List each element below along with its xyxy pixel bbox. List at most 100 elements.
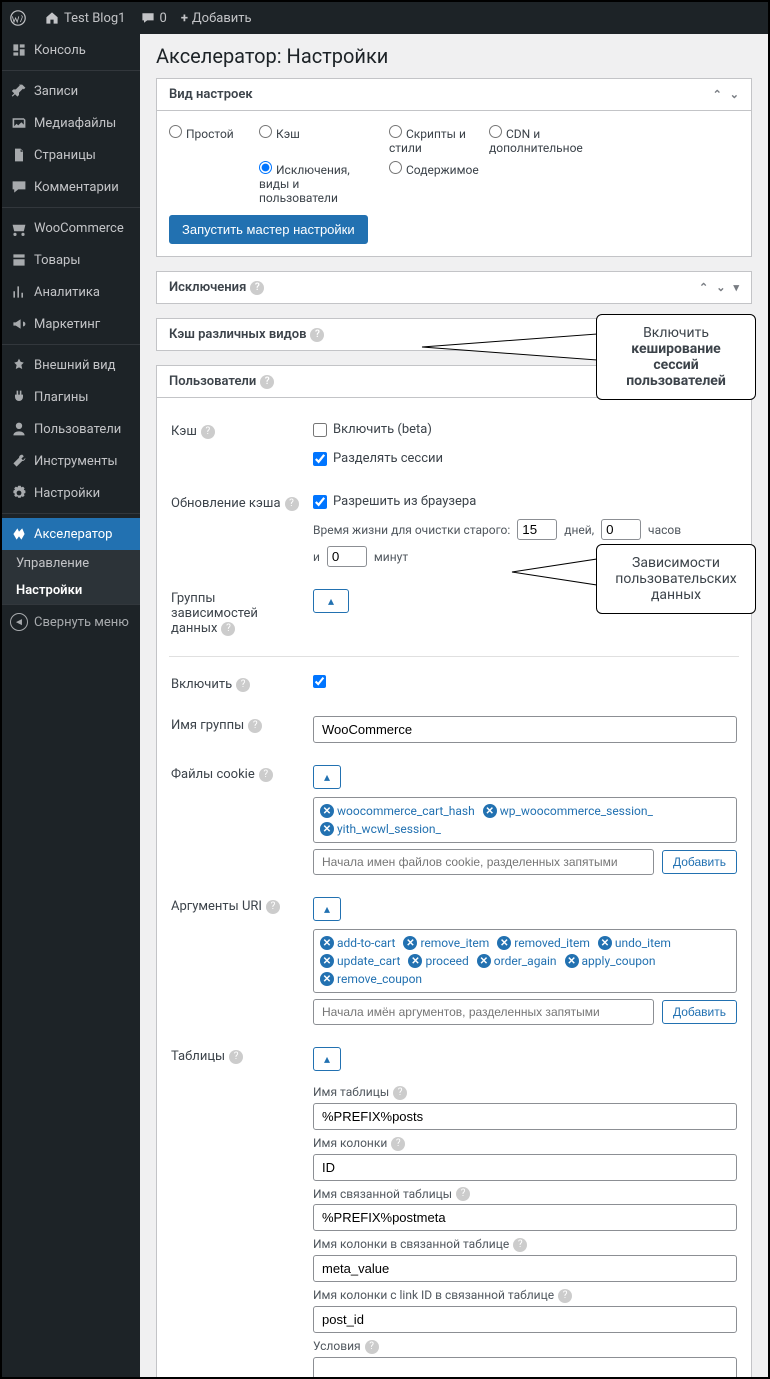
section-users-title: Пользователи	[169, 374, 256, 389]
radio-cache[interactable]: Кэш	[259, 123, 379, 155]
help-icon[interactable]: ?	[201, 425, 215, 439]
enable-beta-label: Включить (beta)	[333, 422, 432, 437]
groups-collapse-button[interactable]: ▴	[313, 589, 349, 613]
sidebar-item-appearance[interactable]: Внешний вид	[2, 349, 140, 381]
caret-down-icon[interactable]: ▾	[733, 281, 739, 294]
uri-add-input[interactable]	[313, 999, 654, 1025]
wp-logo[interactable]	[10, 10, 30, 26]
comments-count[interactable]: 0	[140, 10, 167, 26]
ttl-hours-input[interactable]	[601, 519, 641, 540]
view-radios: Простой Кэш Скрипты и стили CDN и дополн…	[169, 123, 739, 205]
cookies-add-input[interactable]	[313, 849, 654, 875]
radio-scripts[interactable]: Скрипты и стили	[389, 123, 479, 155]
sidebar-item-label: Медиафайлы	[34, 116, 116, 131]
tables-collapse-button[interactable]: ▴	[313, 1047, 341, 1071]
remove-tag-icon[interactable]: ✕	[598, 936, 612, 950]
table-relcol-input[interactable]	[313, 1255, 737, 1282]
table-rel-input[interactable]	[313, 1204, 737, 1231]
radio-excl[interactable]: Исключения, виды и пользователи	[259, 159, 379, 205]
sidebar-item-users[interactable]: Пользователи	[2, 413, 140, 445]
sidebar-item-plugins[interactable]: Плагины	[2, 381, 140, 413]
uri-tagbox[interactable]: ✕add-to-cart✕remove_item✕removed_item✕un…	[313, 929, 737, 993]
help-icon[interactable]: ?	[250, 281, 264, 295]
sidebar-item-marketing[interactable]: Маркетинг	[2, 308, 140, 340]
sidebar-item-products[interactable]: Товары	[2, 244, 140, 276]
group-name-input[interactable]	[313, 716, 737, 743]
remove-tag-icon[interactable]: ✕	[320, 804, 334, 818]
refresh-row-label: Обновление кэша	[171, 496, 281, 511]
help-icon[interactable]: ?	[221, 622, 235, 636]
remove-tag-icon[interactable]: ✕	[483, 804, 497, 818]
sidebar-item-label: WooCommerce	[34, 221, 124, 236]
remove-tag-icon[interactable]: ✕	[320, 936, 334, 950]
help-icon[interactable]: ?	[310, 328, 324, 342]
uri-add-button[interactable]: Добавить	[662, 1000, 737, 1024]
conditions-tagbox[interactable]: ✕meta_key = _customer_user	[313, 1357, 737, 1379]
remove-tag-icon[interactable]: ✕	[565, 954, 579, 968]
radio-simple[interactable]: Простой	[169, 123, 249, 155]
help-icon[interactable]: ?	[393, 1086, 407, 1100]
help-icon[interactable]: ?	[558, 1289, 572, 1303]
help-icon[interactable]: ?	[391, 1137, 405, 1151]
ttl-days-input[interactable]	[517, 519, 557, 540]
add-new[interactable]: + Добавить	[181, 11, 252, 26]
remove-tag-icon[interactable]: ✕	[403, 936, 417, 950]
help-icon[interactable]: ?	[513, 1238, 527, 1252]
chevron-down-icon[interactable]: ⌄	[730, 88, 739, 101]
sidebar-item-woo[interactable]: WooCommerce	[2, 212, 140, 244]
help-icon[interactable]: ?	[259, 768, 273, 782]
cookies-tagbox[interactable]: ✕woocommerce_cart_hash✕wp_woocommerce_se…	[313, 797, 737, 843]
help-icon[interactable]: ?	[248, 719, 262, 733]
cookies-collapse-button[interactable]: ▴	[313, 765, 341, 789]
remove-tag-icon[interactable]: ✕	[408, 954, 422, 968]
section-view-header[interactable]: Вид настроек ⌃ ⌄	[157, 79, 751, 111]
uri-collapse-button[interactable]: ▴	[313, 897, 341, 921]
split-sessions-checkbox[interactable]	[313, 452, 327, 466]
sidebar-item-tools[interactable]: Инструменты	[2, 445, 140, 477]
chevron-up-icon[interactable]: ⌃	[699, 281, 708, 294]
enable-beta-checkbox[interactable]	[313, 423, 327, 437]
remove-tag-icon[interactable]: ✕	[320, 972, 334, 986]
sidebar-item-accel[interactable]: Акселератор	[2, 518, 140, 550]
help-icon[interactable]: ?	[266, 900, 280, 914]
chevron-down-icon[interactable]: ⌄	[716, 281, 725, 294]
sidebar-item-media[interactable]: Медиафайлы	[2, 107, 140, 139]
help-icon[interactable]: ?	[236, 678, 250, 692]
help-icon[interactable]: ?	[260, 375, 274, 389]
table-linkid-input[interactable]	[313, 1306, 737, 1333]
allow-browser-checkbox[interactable]	[313, 495, 327, 509]
ttl-min-input[interactable]	[327, 546, 367, 567]
table-name-input[interactable]	[313, 1103, 737, 1130]
sidebar-item-label: Консоль	[34, 43, 86, 58]
submenu-item[interactable]: Управление	[2, 550, 140, 577]
wizard-button[interactable]: Запустить мастер настройки	[169, 215, 368, 244]
help-icon[interactable]: ?	[285, 497, 299, 511]
chevron-up-icon[interactable]: ⌃	[713, 88, 722, 101]
section-exclusions-header[interactable]: Исключения? ⌃⌄▾	[157, 272, 751, 303]
help-icon[interactable]: ?	[365, 1340, 379, 1354]
remove-tag-icon[interactable]: ✕	[320, 954, 334, 968]
radio-content[interactable]: Содержимое	[389, 159, 479, 205]
table-col-input[interactable]	[313, 1154, 737, 1181]
sidebar-item-pin[interactable]: Записи	[2, 75, 140, 107]
section-view: Вид настроек ⌃ ⌄ Простой Кэш Скрипты и с…	[156, 78, 752, 257]
remove-tag-icon[interactable]: ✕	[320, 822, 334, 836]
sidebar-item-dashboard[interactable]: Консоль	[2, 34, 140, 66]
remove-tag-icon[interactable]: ✕	[477, 954, 491, 968]
submenu-item[interactable]: Настройки	[2, 577, 140, 604]
sidebar-item-analytics[interactable]: Аналитика	[2, 276, 140, 308]
sidebar-item-comments[interactable]: Комментарии	[2, 171, 140, 203]
help-icon[interactable]: ?	[229, 1050, 243, 1064]
cache-row-label: Кэш	[171, 424, 197, 439]
help-icon[interactable]: ?	[456, 1187, 470, 1201]
sidebar-item-pages[interactable]: Страницы	[2, 139, 140, 171]
callout-arrow	[422, 332, 602, 362]
remove-tag-icon[interactable]: ✕	[497, 936, 511, 950]
collapse-menu[interactable]: ◄ Свернуть меню	[2, 604, 140, 639]
sidebar-item-settings[interactable]: Настройки	[2, 477, 140, 509]
enable-group-checkbox[interactable]	[313, 675, 326, 688]
site-name[interactable]: Test Blog1	[44, 10, 126, 26]
radio-cdn[interactable]: CDN и дополнительное	[489, 123, 579, 155]
settings-icon	[10, 484, 28, 502]
cookies-add-button[interactable]: Добавить	[662, 850, 737, 874]
